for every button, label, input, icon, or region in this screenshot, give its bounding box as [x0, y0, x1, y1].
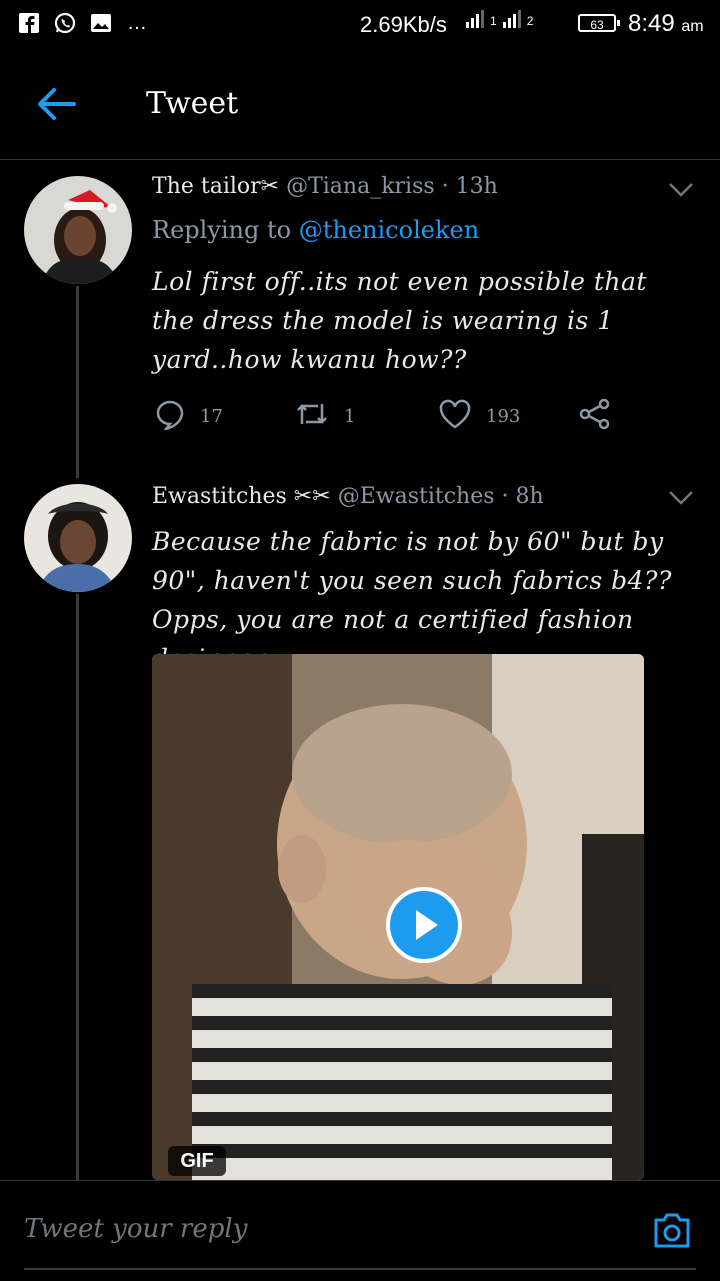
play-button[interactable]	[385, 886, 463, 964]
replying-handle-link[interactable]: @thenicoleken	[299, 216, 479, 244]
user-handle[interactable]: @Tiana_kriss	[286, 174, 435, 199]
signal-indicators: 1 2	[466, 10, 533, 28]
timestamp: · 13h	[441, 174, 498, 199]
reply-input[interactable]: Tweet your reply	[24, 1214, 247, 1244]
thread-line	[76, 286, 79, 478]
network-speed: 2.69Kb/s	[360, 12, 447, 37]
status-bar: … 2.69Kb/s 1 2 63 8:49 am	[0, 0, 720, 52]
back-arrow-icon[interactable]	[34, 86, 78, 122]
thread-line	[76, 594, 79, 1180]
reply-icon	[154, 398, 186, 435]
signal-icon-sim2	[502, 10, 521, 28]
retweet-button[interactable]: 1	[294, 398, 355, 435]
display-name[interactable]: The tailor✂	[152, 174, 279, 199]
display-name[interactable]: Ewastitches ✂✂	[152, 484, 331, 509]
replying-prefix: Replying to	[152, 216, 292, 244]
battery-icon: 63	[578, 14, 620, 32]
retweet-count: 1	[344, 406, 356, 427]
reply-count: 17	[200, 406, 223, 427]
gif-badge: GIF	[168, 1146, 226, 1176]
more-notifications-icon: …	[127, 11, 147, 34]
avatar[interactable]	[24, 484, 132, 592]
like-count: 193	[486, 406, 521, 427]
page-title: Tweet	[146, 86, 239, 121]
camera-icon[interactable]	[650, 1208, 694, 1252]
reply-button[interactable]: 17	[154, 398, 223, 435]
clock: 8:49 am	[628, 10, 704, 38]
like-button[interactable]: 193	[438, 398, 520, 435]
gallery-icon	[90, 12, 112, 34]
tweet-meta: The tailor✂ @Tiana_kriss · 13h	[152, 174, 498, 199]
sim1-label: 1	[490, 14, 497, 28]
timestamp: · 8h	[501, 484, 544, 509]
share-button[interactable]	[578, 398, 612, 435]
tweet-meta: Ewastitches ✂✂ @Ewastitches · 8h	[152, 484, 544, 509]
whatsapp-icon	[54, 12, 76, 34]
user-handle[interactable]: @Ewastitches	[338, 484, 495, 509]
chevron-down-icon[interactable]	[668, 490, 694, 506]
heart-icon	[438, 398, 472, 435]
facebook-icon	[18, 12, 40, 34]
replying-to: Replying to @thenicoleken	[152, 216, 479, 244]
avatar[interactable]	[24, 176, 132, 284]
reply-underline	[24, 1268, 696, 1270]
tweet-actions: 17 1 193	[154, 398, 624, 438]
clock-ampm: am	[681, 18, 704, 35]
header-divider	[0, 159, 720, 160]
sim2-label: 2	[526, 14, 534, 28]
signal-icon-sim1	[466, 10, 484, 28]
share-icon	[578, 398, 612, 435]
chevron-down-icon[interactable]	[668, 182, 694, 198]
tweet-text: Lol first off..its not even possible tha…	[152, 267, 647, 374]
retweet-icon	[294, 398, 330, 435]
clock-time: 8:49	[628, 10, 675, 37]
